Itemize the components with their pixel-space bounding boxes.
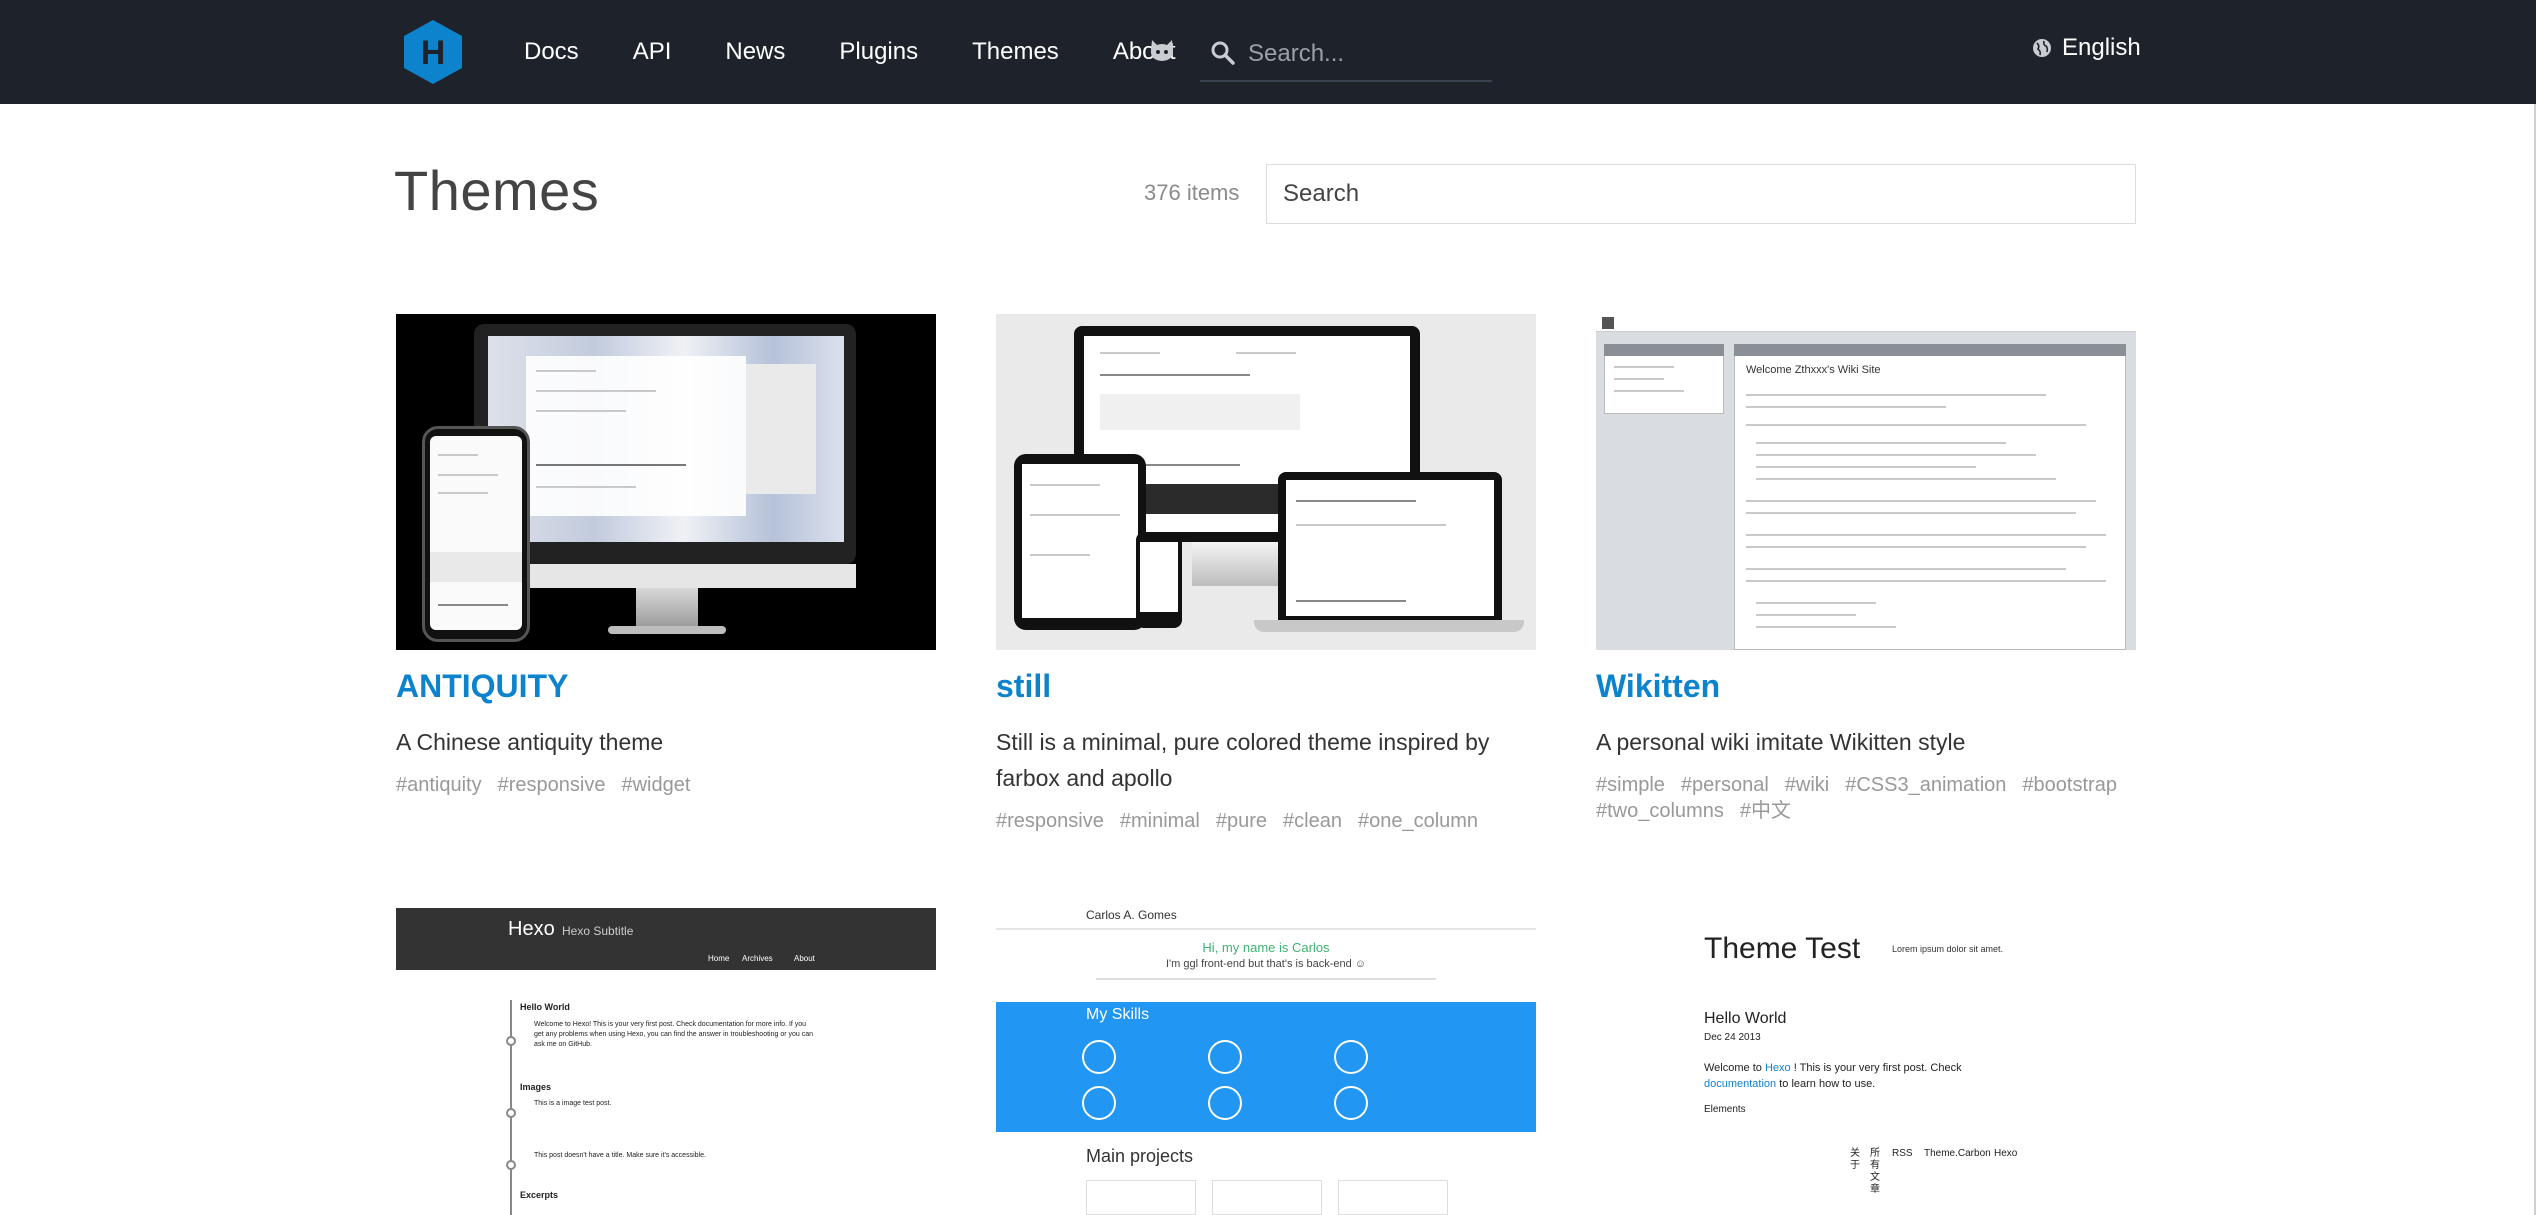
logo-letter: H xyxy=(421,34,446,72)
hexo-preview-hello-text: Welcome to Hexo! This is your very first… xyxy=(534,1021,814,1048)
nav-themes[interactable]: Themes xyxy=(972,38,1059,66)
carlos-preview-skills: My Skills xyxy=(1086,1006,1150,1023)
theme-tag[interactable]: #responsive xyxy=(498,772,606,798)
theme-tag[interactable]: #pure xyxy=(1216,808,1267,834)
theme-tag[interactable]: #clean xyxy=(1283,808,1342,834)
tt-preview-learn: documentation to learn how to use. xyxy=(1704,1078,1876,1090)
theme-screenshot[interactable] xyxy=(396,314,936,650)
theme-tag[interactable]: #wiki xyxy=(1785,772,1829,798)
theme-name-link[interactable]: Wikitten xyxy=(1596,668,2136,710)
theme-screenshot[interactable]: Welcome Zthxxx's Wiki Site xyxy=(1596,314,2136,650)
nav-api[interactable]: API xyxy=(633,38,672,66)
theme-tags: #antiquity #responsive #widget xyxy=(396,772,936,798)
theme-search-input[interactable] xyxy=(1266,164,2136,224)
theme-tag[interactable]: #two_columns xyxy=(1596,798,1724,824)
carlos-preview-hi: Hi, my name is Carlos xyxy=(1202,940,1330,955)
theme-tag[interactable]: #personal xyxy=(1681,772,1769,798)
theme-name-link[interactable]: ANTIQUITY xyxy=(396,668,936,710)
language-label: English xyxy=(2062,34,2141,61)
globe-icon xyxy=(2033,39,2051,57)
language-select[interactable]: English xyxy=(2032,34,2141,62)
theme-name-link[interactable]: still xyxy=(996,668,1536,710)
theme-tag[interactable]: #antiquity xyxy=(396,772,482,798)
tt-preview-footer-rss: RSS xyxy=(1892,1148,1913,1159)
hexo-preview-title: Hexo xyxy=(508,918,555,940)
nav-news[interactable]: News xyxy=(725,38,785,66)
hexo-preview-nav-archives: Archives xyxy=(742,954,773,963)
hexo-preview-post-3: Excerpts xyxy=(520,1190,559,1200)
theme-card: Theme Test Lorem ipsum dolor sit amet. H… xyxy=(1596,908,2136,1215)
theme-card: Welcome Zthxxx's Wiki Site Wikitten A pe… xyxy=(1596,314,2136,824)
tt-preview-welcome: Welcome to Hexo ! This is your very firs… xyxy=(1704,1062,1962,1074)
theme-card: Hexo Hexo Subtitle Home Archives About H… xyxy=(396,908,936,1215)
page-title: Themes xyxy=(394,159,600,222)
theme-tag[interactable]: #responsive xyxy=(996,808,1104,834)
carlos-preview-name: Carlos A. Gomes xyxy=(1086,908,1177,922)
theme-tag[interactable]: #CSS3_animation xyxy=(1845,772,2006,798)
theme-card: still Still is a minimal, pure colored t… xyxy=(996,314,1536,834)
theme-tags: #simple #personal #wiki #CSS3_animation … xyxy=(1596,772,2136,824)
nav-docs[interactable]: Docs xyxy=(524,38,579,66)
theme-tag[interactable]: #bootstrap xyxy=(2022,772,2117,798)
header-search xyxy=(1200,28,1492,82)
top-navbar: H Docs API News Plugins Themes About Eng… xyxy=(0,0,2536,104)
tt-preview-post: Hello World xyxy=(1704,1010,1787,1027)
hexo-preview-nav-home: Home xyxy=(708,954,730,963)
theme-screenshot[interactable]: Hexo Hexo Subtitle Home Archives About H… xyxy=(396,908,936,1215)
tt-preview-elements: Elements xyxy=(1704,1104,1746,1115)
nav-plugins[interactable]: Plugins xyxy=(839,38,918,66)
theme-description: A Chinese antiquity theme xyxy=(396,729,664,755)
tt-preview-date: Dec 24 2013 xyxy=(1704,1032,1761,1043)
carlos-preview-tagline: I'm ggl front-end but that's is back-end… xyxy=(1165,958,1367,970)
main-nav: Docs API News Plugins Themes About xyxy=(524,0,1230,104)
theme-tag[interactable]: #simple xyxy=(1596,772,1665,798)
tt-preview-footer-all: 所有文章 xyxy=(1870,1148,1880,1195)
theme-tag[interactable]: #one_column xyxy=(1358,808,1478,834)
hexo-preview-images-text: This is a image test post. xyxy=(534,1100,612,1107)
hexo-logo[interactable]: H xyxy=(402,18,464,86)
hexo-preview-post-1: Hello World xyxy=(520,1002,570,1012)
theme-card: ANTIQUITY A Chinese antiquity theme #ant… xyxy=(396,314,936,798)
tt-preview-lorem: Lorem ipsum dolor sit amet. xyxy=(1892,944,2004,954)
theme-tag[interactable]: #中文 xyxy=(1740,798,1791,824)
theme-screenshot[interactable]: Carlos A. Gomes Hi, my name is Carlos I'… xyxy=(996,908,1536,1215)
theme-count: 376 items xyxy=(1144,180,1240,205)
theme-card: Carlos A. Gomes Hi, my name is Carlos I'… xyxy=(996,908,1536,1215)
theme-tag[interactable]: #minimal xyxy=(1120,808,1200,834)
theme-description: Still is a minimal, pure colored theme i… xyxy=(996,729,1490,791)
theme-screenshot[interactable] xyxy=(996,314,1536,650)
hexo-preview-untitled-text: This post doesn't have a title. Make sur… xyxy=(534,1152,706,1159)
github-cat-icon[interactable] xyxy=(1148,38,1176,64)
wikitten-preview-title: Welcome Zthxxx's Wiki Site xyxy=(1746,364,1881,376)
header-search-input[interactable] xyxy=(1248,34,1484,74)
theme-screenshot[interactable]: Theme Test Lorem ipsum dolor sit amet. H… xyxy=(1596,908,2136,1215)
theme-tags: #responsive #minimal #pure #clean #one_c… xyxy=(996,808,1536,834)
theme-tag[interactable]: #widget xyxy=(621,772,690,798)
search-icon xyxy=(1211,41,1235,65)
hexo-preview-subtitle: Hexo Subtitle xyxy=(562,924,634,938)
tt-preview-footer-hexo: Hexo xyxy=(1994,1148,2018,1159)
theme-description: A personal wiki imitate Wikitten style xyxy=(1596,729,1966,755)
hexo-preview-post-2: Images xyxy=(520,1082,552,1092)
carlos-preview-projects: Main projects xyxy=(1086,1146,1194,1166)
hexo-preview-nav-about: About xyxy=(794,954,815,963)
tt-preview-footer-about: 关于 xyxy=(1850,1148,1860,1171)
tt-preview-title: Theme Test xyxy=(1704,932,1861,965)
tt-preview-footer-carbon: Theme.Carbon xyxy=(1924,1148,1991,1159)
